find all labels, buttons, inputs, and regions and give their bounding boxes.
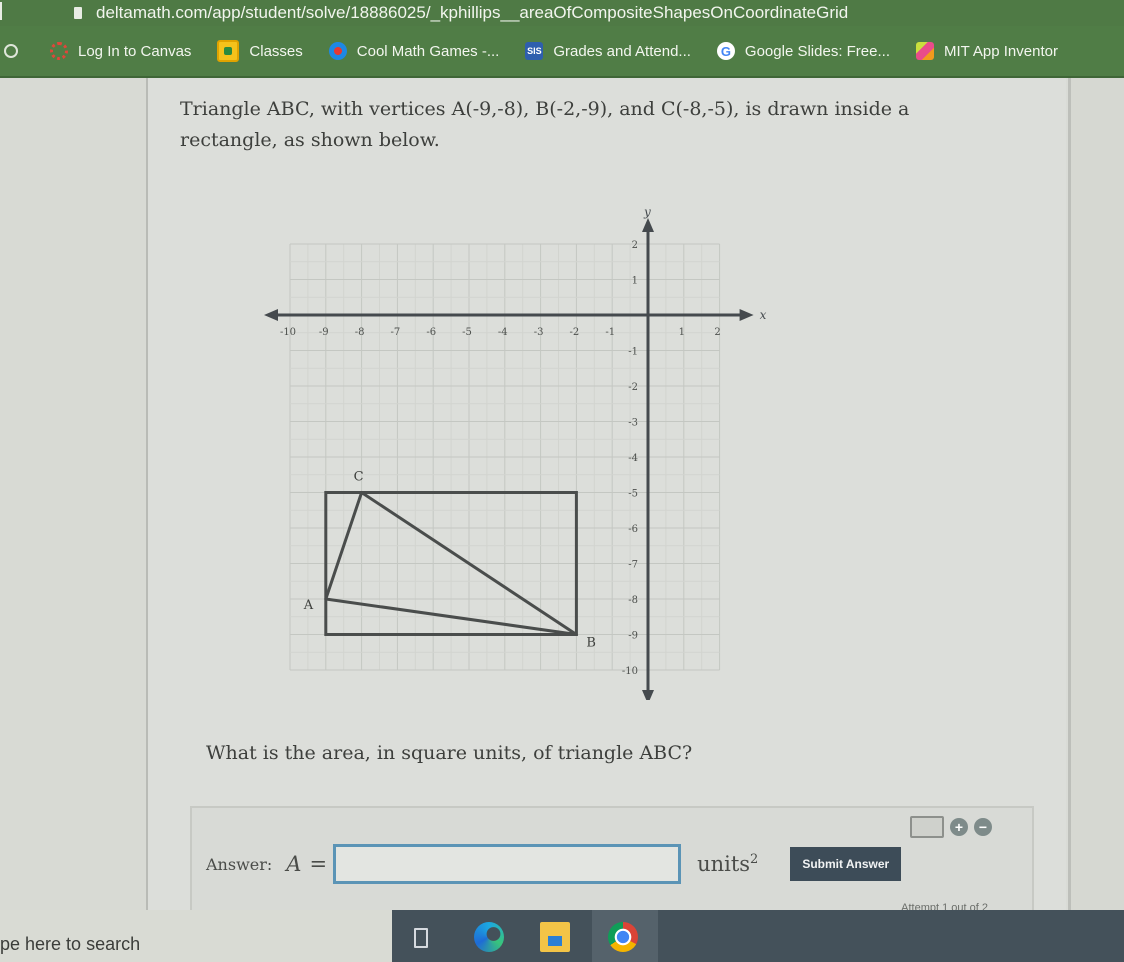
bookmark-mit-app-inventor[interactable]: MIT App Inventor	[916, 42, 1058, 60]
problem-panel: Triangle ABC, with vertices A(-9,-8), B(…	[148, 78, 1066, 914]
submit-answer-button[interactable]: Submit Answer	[790, 847, 902, 881]
chrome-icon[interactable]	[608, 922, 638, 952]
vertex-label-c: C	[354, 470, 364, 485]
answer-label: Answer:	[206, 854, 273, 874]
x-tick-label: 1	[679, 327, 685, 338]
apps-icon	[4, 44, 18, 58]
units-exponent: 2	[750, 852, 759, 867]
units-text: units	[697, 852, 751, 876]
y-tick-label: -10	[622, 666, 638, 677]
y-axis-up-arrow	[642, 218, 654, 232]
x-tick-label: -7	[391, 327, 401, 338]
y-tick-label: -5	[628, 489, 638, 500]
x-axis-label: x	[760, 308, 767, 322]
y-tick-label: -1	[628, 347, 638, 358]
y-tick-label: 1	[632, 276, 638, 287]
task-view-icon[interactable]	[406, 922, 436, 952]
vertex-label-a: A	[303, 598, 314, 613]
x-tick-label: -8	[355, 327, 365, 338]
taskbar-search-placeholder: pe here to search	[0, 934, 141, 954]
y-tick-label: -9	[628, 631, 638, 642]
lock-icon	[74, 7, 82, 19]
file-explorer-icon[interactable]	[540, 922, 570, 952]
bookmark-cool-math[interactable]: Cool Math Games -...	[328, 42, 500, 60]
y-tick-label: -4	[628, 453, 638, 464]
x-tick-label: -2	[570, 327, 580, 338]
coordinate-graph: x y -10 -9 -8 -7 -6 -5 -4 -3 -2 -1 1 2 2 1 -1 -2 -3 -4 -5 -6…	[264, 205, 767, 700]
grid-lines	[289, 243, 721, 671]
bookmark-label: Classes	[249, 42, 303, 60]
problem-prompt: Triangle ABC, with vertices A(-9,-8), B(…	[180, 98, 910, 151]
x-tick-label: -6	[426, 327, 436, 338]
taskbar-search[interactable]: pe here to search	[0, 910, 392, 962]
y-tick-label: -8	[628, 595, 638, 606]
keyboard-icon[interactable]	[910, 816, 944, 838]
bookmark-google-slides[interactable]: G Google Slides: Free...	[716, 42, 890, 60]
y-tick-label: -7	[628, 560, 638, 571]
x-tick-label: -4	[498, 327, 508, 338]
google-icon: G	[716, 42, 735, 60]
equals-sign: =	[309, 852, 328, 876]
y-tick-label: 2	[632, 240, 638, 251]
vertex-label-b: B	[586, 636, 596, 651]
answer-tools: + −	[910, 816, 992, 838]
x-tick-label: -1	[605, 327, 615, 338]
bookmark-classes[interactable]: Classes	[217, 40, 303, 62]
answer-row: Answer: A = units2 Submit Answer	[206, 844, 902, 884]
question-text: What is the area, in square units, of tr…	[206, 742, 693, 764]
right-margin	[1068, 78, 1124, 910]
zoom-in-icon[interactable]: +	[950, 818, 968, 836]
bookmark-label: MIT App Inventor	[944, 42, 1058, 60]
canvas-icon	[50, 42, 68, 60]
x-axis-right-arrow	[739, 309, 754, 321]
y-tick-label: -6	[628, 524, 638, 535]
bookmark-grades[interactable]: SIS Grades and Attend...	[525, 42, 691, 60]
x-tick-label: -3	[534, 327, 544, 338]
answer-variable: A	[286, 852, 302, 876]
y-axis-label: y	[643, 205, 651, 219]
bookmarks-bar: Log In to Canvas Classes Cool Math Games…	[0, 26, 1124, 78]
answer-section: + − Answer: A = units2 Submit Answer Att…	[190, 806, 1034, 914]
google-classroom-icon	[217, 40, 240, 62]
vertex-labels: A B C	[303, 470, 596, 651]
y-axis-down-arrow	[642, 690, 654, 700]
x-axis-left-arrow	[264, 309, 278, 321]
edge-icon[interactable]	[474, 922, 504, 952]
cool-math-icon	[328, 42, 347, 60]
zoom-out-icon[interactable]: −	[974, 818, 992, 836]
back-button-edge[interactable]	[0, 2, 12, 20]
url-text[interactable]: deltamath.com/app/student/solve/18886025…	[96, 3, 848, 23]
bookmark-label: Cool Math Games -...	[356, 42, 500, 60]
bookmark-apps[interactable]	[0, 44, 28, 58]
address-bar[interactable]: deltamath.com/app/student/solve/18886025…	[0, 0, 1124, 26]
y-tick-label: -3	[628, 418, 638, 429]
answer-input[interactable]	[333, 844, 682, 884]
bookmark-label: Log In to Canvas	[78, 42, 192, 60]
y-tick-label: -2	[628, 382, 638, 393]
bookmark-label: Grades and Attend...	[553, 42, 691, 60]
taskbar	[392, 910, 1124, 962]
x-tick-label: 2	[714, 327, 720, 338]
bookmark-label: Google Slides: Free...	[744, 42, 890, 60]
mit-app-inventor-icon	[916, 42, 934, 60]
tick-labels: -10 -9 -8 -7 -6 -5 -4 -3 -2 -1 1 2 2 1 -1 -2 -3 -4 -5 -6 -7 -…	[280, 240, 721, 677]
x-tick-label: -5	[462, 327, 472, 338]
x-tick-label: -10	[280, 327, 296, 338]
bookmark-canvas[interactable]: Log In to Canvas	[50, 42, 191, 60]
units-label: units2	[697, 852, 758, 876]
sis-icon: SIS	[525, 42, 544, 60]
x-tick-label: -9	[319, 327, 329, 338]
left-margin	[0, 78, 148, 910]
